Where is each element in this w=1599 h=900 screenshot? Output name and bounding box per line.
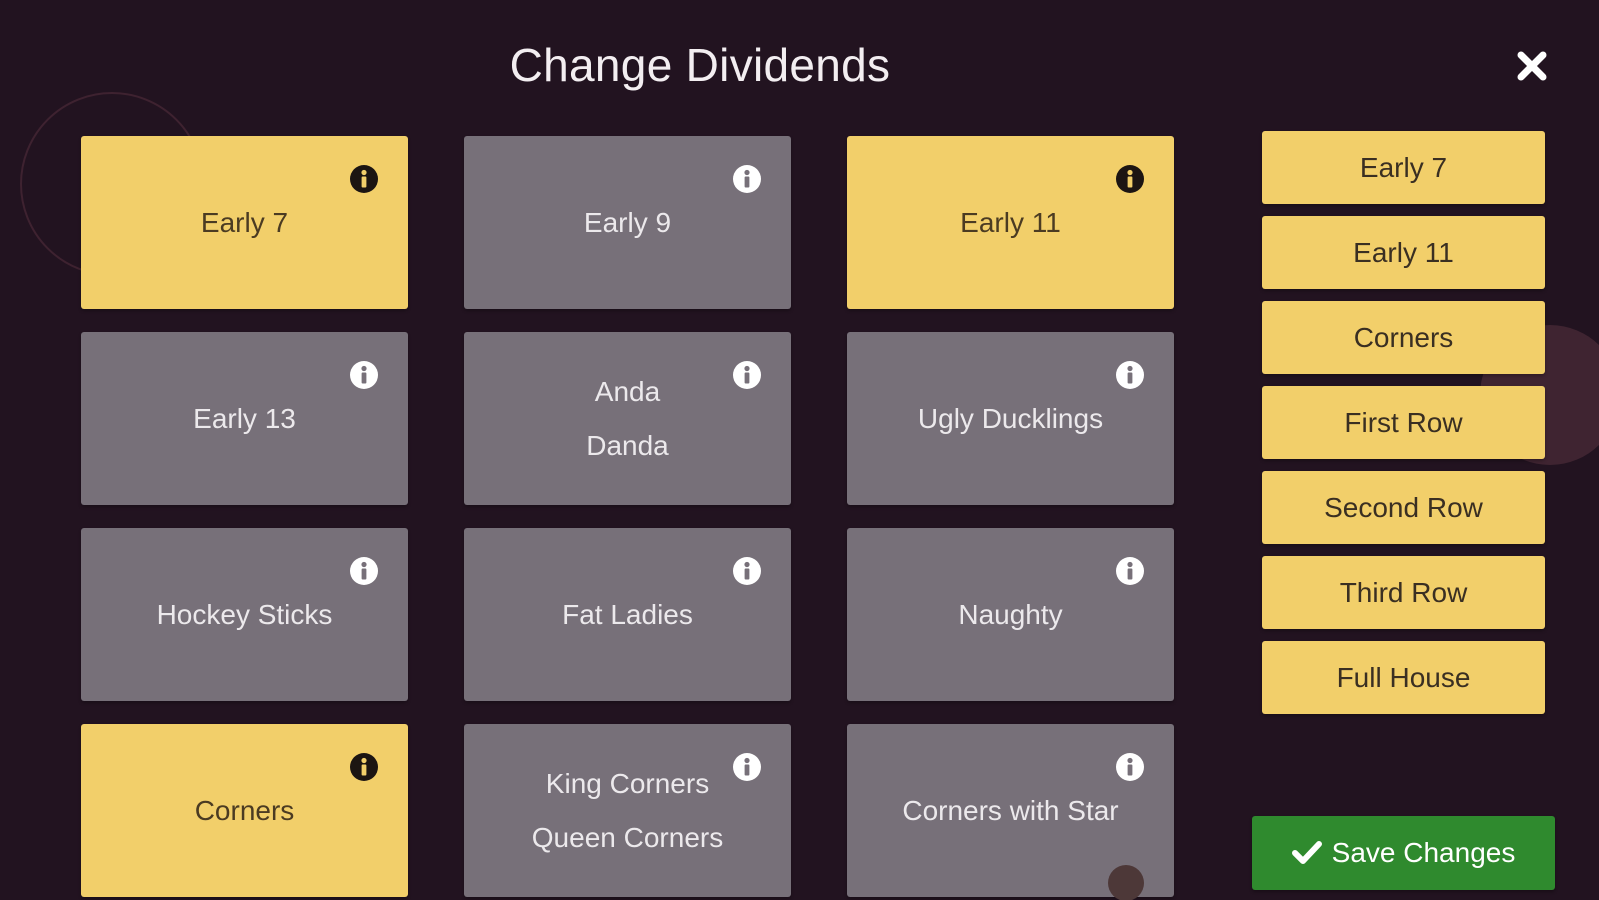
decorative-dot [1108, 865, 1144, 900]
save-changes-button[interactable]: Save Changes [1252, 816, 1555, 890]
selected-dividend-item[interactable]: Early 7 [1262, 131, 1545, 204]
selected-dividend-item[interactable]: Second Row [1262, 471, 1545, 544]
selected-dividend-item[interactable]: Full House [1262, 641, 1545, 714]
close-button[interactable] [1510, 44, 1554, 88]
save-button-label: Save Changes [1331, 837, 1516, 868]
dividend-tile[interactable]: Corners [81, 724, 408, 897]
selected-dividend-item[interactable]: First Row [1262, 386, 1545, 459]
dividend-tile[interactable]: Fat Ladies [464, 528, 791, 701]
dividend-label: Early 13 [193, 402, 296, 434]
dividend-tile[interactable]: Early 9 [464, 136, 791, 309]
dividend-label: King Corners Queen Corners [531, 767, 724, 853]
dividend-label: Hockey Sticks [156, 598, 333, 630]
info-icon[interactable] [349, 752, 379, 782]
dividend-tile[interactable]: Naughty [847, 528, 1174, 701]
check-icon [1291, 841, 1322, 864]
info-icon[interactable] [732, 360, 762, 390]
dividend-tile[interactable]: Early 11 [847, 136, 1174, 309]
dividend-tile[interactable]: Hockey Sticks [81, 528, 408, 701]
dividend-label: Fat Ladies [562, 598, 693, 630]
info-icon[interactable] [1115, 360, 1145, 390]
dividend-label: Anda Danda [586, 375, 669, 461]
selected-dividend-item[interactable]: Corners [1262, 301, 1545, 374]
info-icon[interactable] [732, 556, 762, 586]
page-title: Change Dividends [509, 39, 891, 91]
selected-dividend-item[interactable]: Third Row [1262, 556, 1545, 629]
dialog-screen: Change Dividends Early 7 Early 9 Early 1… [0, 0, 1599, 900]
selected-dividends-list: Early 7 Early 11 Corners First Row Secon… [1262, 131, 1545, 714]
dividend-tile[interactable]: Early 13 [81, 332, 408, 505]
dividend-grid: Early 7 Early 9 Early 11 Early 13 Anda D… [81, 136, 1174, 897]
dividend-label: Corners with Star [902, 794, 1119, 826]
dividend-label: Early 7 [200, 206, 289, 238]
dividend-tile[interactable]: King Corners Queen Corners [464, 724, 791, 897]
info-icon[interactable] [349, 164, 379, 194]
dividend-tile[interactable]: Ugly Ducklings [847, 332, 1174, 505]
selected-dividend-item[interactable]: Early 11 [1262, 216, 1545, 289]
info-icon[interactable] [1115, 752, 1145, 782]
info-icon[interactable] [349, 556, 379, 586]
dividend-label: Early 11 [960, 206, 1061, 238]
info-icon[interactable] [1115, 164, 1145, 194]
info-icon[interactable] [732, 164, 762, 194]
dividend-label: Corners [194, 794, 295, 826]
dividend-tile[interactable]: Early 7 [81, 136, 408, 309]
dividend-label: Ugly Ducklings [917, 402, 1104, 434]
info-icon[interactable] [349, 360, 379, 390]
info-icon[interactable] [1115, 556, 1145, 586]
dividend-tile[interactable]: Anda Danda [464, 332, 791, 505]
close-icon [1517, 51, 1547, 81]
dividend-label: Early 9 [583, 206, 672, 238]
dividend-label: Naughty [958, 598, 1063, 630]
info-icon[interactable] [732, 752, 762, 782]
